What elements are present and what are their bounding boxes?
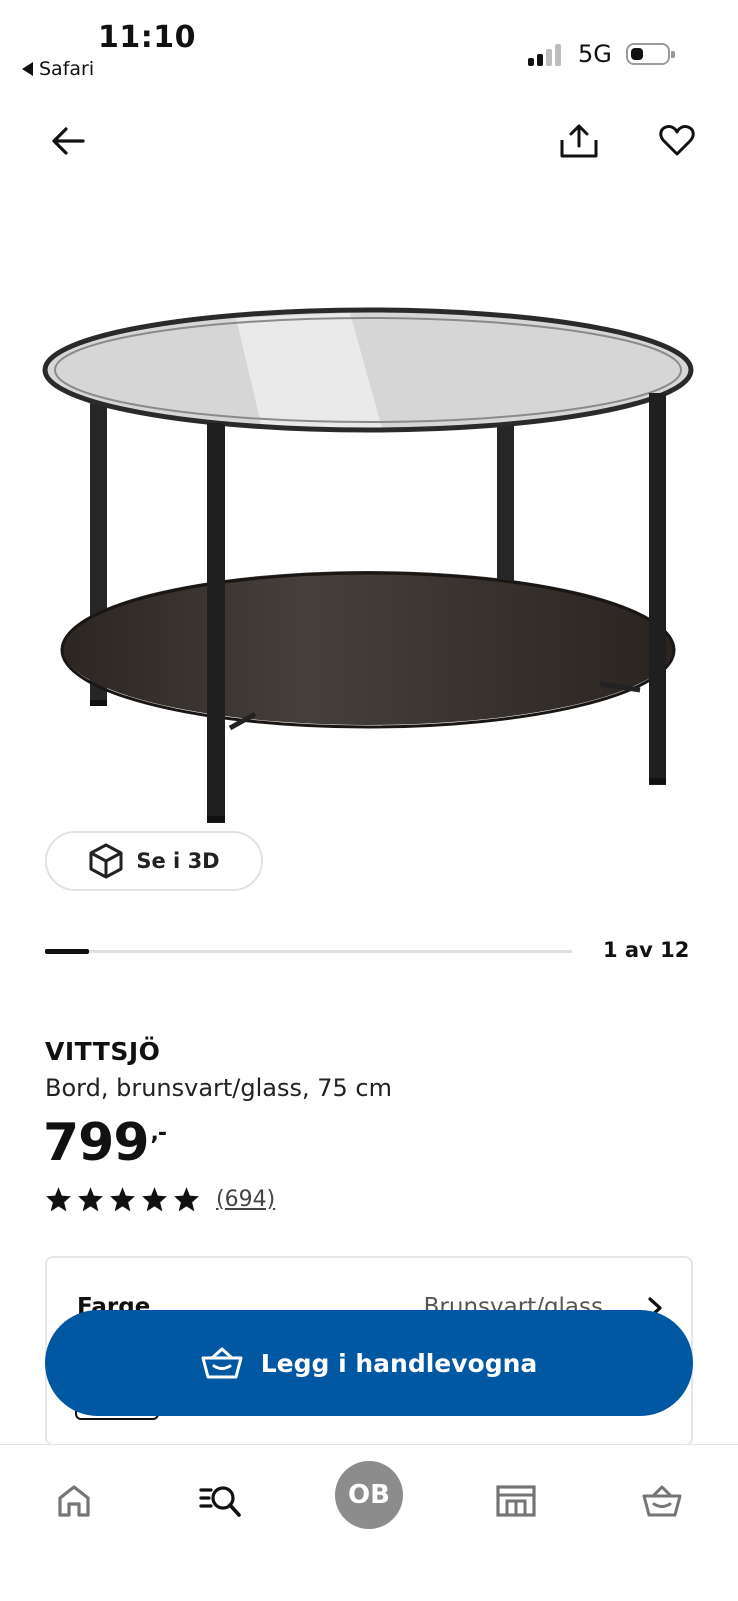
avatar[interactable]: OB [335, 1461, 403, 1529]
price-suffix: ,- [150, 1121, 167, 1146]
star-icon [46, 1187, 71, 1212]
back-app-label: Safari [39, 58, 95, 80]
signal-icon [528, 42, 561, 66]
add-to-cart-button[interactable]: Legg i handlevogna [45, 1310, 693, 1416]
gallery-progress [45, 949, 572, 954]
star-icon [174, 1187, 199, 1212]
gallery-counter: 1 av 12 [603, 938, 690, 962]
product-name: VITTSJÖ [45, 1037, 161, 1066]
status-time: 11:10 [98, 20, 196, 55]
basket-icon [201, 1347, 243, 1379]
basket-icon[interactable] [632, 1471, 692, 1531]
store-icon[interactable] [486, 1471, 546, 1531]
product-image[interactable] [0, 290, 738, 830]
product-price: 799 ,- [43, 1113, 167, 1173]
back-triangle-icon [22, 62, 33, 76]
back-to-safari[interactable]: Safari [22, 58, 94, 80]
star-icon [78, 1187, 103, 1212]
gallery-progress-fill [45, 949, 89, 954]
product-description: Bord, brunsvart/glass, 75 cm [45, 1074, 393, 1102]
review-count[interactable]: (694) [216, 1187, 275, 1212]
star-icon [142, 1187, 167, 1212]
add-to-cart-label: Legg i handlevogna [260, 1348, 538, 1378]
view-3d-button[interactable]: Se i 3D [45, 831, 263, 891]
network-label: 5G [578, 40, 612, 68]
battery-icon [626, 43, 675, 65]
home-icon[interactable] [44, 1471, 104, 1531]
star-icon [110, 1187, 135, 1212]
bottom-tab-bar: OB [0, 1444, 738, 1601]
share-icon[interactable] [556, 118, 602, 164]
heart-icon[interactable] [654, 118, 700, 164]
rating-stars [45, 1186, 200, 1212]
cube-icon [89, 843, 123, 879]
rating[interactable]: (694) [45, 1186, 275, 1212]
price-value: 799 [43, 1113, 150, 1173]
view-3d-label: Se i 3D [136, 849, 220, 873]
search-list-icon[interactable] [191, 1471, 251, 1531]
back-arrow-icon[interactable] [45, 118, 91, 164]
